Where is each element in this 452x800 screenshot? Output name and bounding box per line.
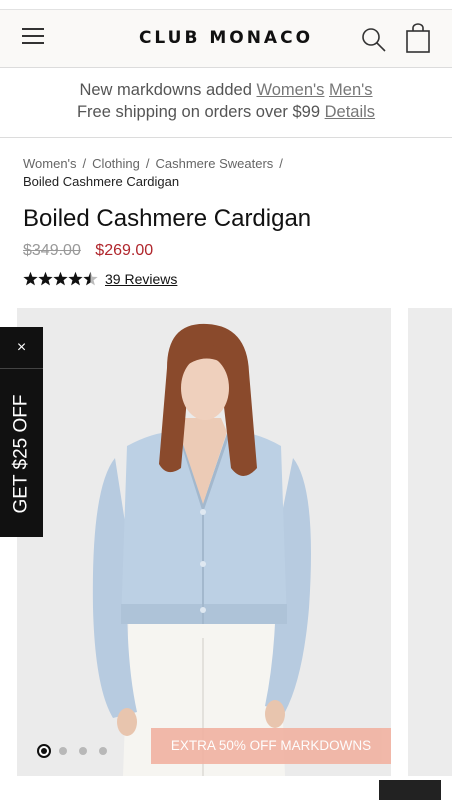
breadcrumb-women[interactable]: Women's bbox=[23, 156, 77, 171]
star-icon bbox=[53, 271, 68, 286]
promo-shipping-line: Free shipping on orders over $99 Details bbox=[76, 103, 376, 121]
get-25-off-button[interactable]: GET $25 OFF bbox=[1, 383, 43, 526]
gallery-dot[interactable] bbox=[37, 744, 51, 758]
star-icon bbox=[83, 271, 98, 286]
product-photo bbox=[17, 308, 391, 776]
gallery-dot[interactable] bbox=[59, 747, 67, 755]
markdown-banner[interactable]: EXTRA 50% OFF MARKDOWNS bbox=[151, 728, 391, 764]
promo-men-link[interactable]: Men's bbox=[329, 81, 373, 99]
product-image-gallery[interactable]: EXTRA 50% OFF MARKDOWNS bbox=[17, 308, 391, 776]
shopping-bag-icon[interactable] bbox=[404, 22, 432, 54]
sale-price: $269.00 bbox=[95, 242, 154, 259]
breadcrumb-separator: / bbox=[145, 156, 150, 171]
star-icon bbox=[23, 271, 38, 286]
close-icon[interactable]: × bbox=[0, 327, 43, 369]
star-icon bbox=[68, 271, 83, 286]
breadcrumb-current: Boiled Cashmere Cardigan bbox=[23, 174, 180, 189]
search-icon[interactable] bbox=[360, 26, 388, 54]
gallery-dot[interactable] bbox=[99, 747, 107, 755]
chat-button[interactable] bbox=[379, 780, 441, 800]
price-block: $349.00 $269.00 bbox=[23, 242, 153, 260]
offer-side-tab: × GET $25 OFF bbox=[0, 327, 43, 537]
product-title: Boiled Cashmere Cardigan bbox=[23, 205, 312, 232]
site-header: CLUB MONACO bbox=[0, 10, 452, 68]
promo-markdowns-line: New markdowns added Women's Men's bbox=[79, 81, 373, 99]
rating-stars-icon[interactable] bbox=[23, 271, 99, 287]
breadcrumb-cashmere-sweaters[interactable]: Cashmere Sweaters bbox=[156, 156, 274, 171]
gallery-dot[interactable] bbox=[79, 747, 87, 755]
promo-banner: New markdowns added Women's Men's Free s… bbox=[0, 68, 452, 138]
reviews-link[interactable]: 39 Reviews bbox=[105, 271, 177, 287]
promo-women-link[interactable]: Women's bbox=[256, 81, 324, 99]
breadcrumb-separator: / bbox=[82, 156, 87, 171]
original-price: $349.00 bbox=[23, 242, 81, 259]
star-icon bbox=[38, 271, 53, 286]
next-product-image[interactable] bbox=[408, 308, 452, 776]
promo-details-link[interactable]: Details bbox=[325, 103, 375, 121]
top-edge bbox=[0, 0, 452, 10]
breadcrumb-separator: / bbox=[279, 156, 283, 171]
breadcrumb: Women's / Clothing / Cashmere Sweaters / Boil… bbox=[23, 155, 433, 191]
breadcrumb-clothing[interactable]: Clothing bbox=[92, 156, 140, 171]
